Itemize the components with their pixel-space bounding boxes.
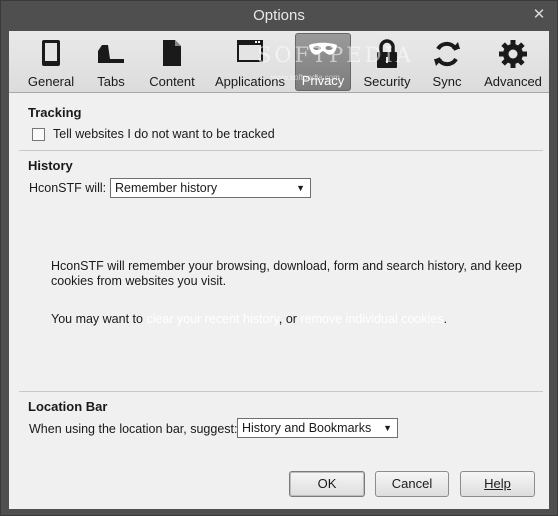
- tab-general-label: General: [27, 74, 75, 89]
- window-title: Options: [253, 7, 305, 24]
- location-bar-suggest-select[interactable]: History and Bookmarks ▼: [237, 418, 398, 438]
- phone-icon: [42, 40, 60, 66]
- ok-button[interactable]: OK: [289, 471, 365, 497]
- tab-sync[interactable]: Sync: [421, 33, 473, 91]
- tab-advanced-label: Advanced: [484, 74, 542, 89]
- options-window: Options ✕ General Tabs Content Applicati…: [0, 0, 558, 516]
- close-icon[interactable]: ✕: [527, 6, 551, 24]
- softpedia-watermark-url: www.softpedia.com: [271, 73, 340, 82]
- location-bar-suggest-label: When using the location bar, suggest:: [29, 422, 238, 436]
- tab-tabs-label: Tabs: [97, 74, 125, 89]
- tracking-heading: Tracking: [28, 105, 82, 120]
- help-button-label: Help: [484, 476, 511, 491]
- document-icon: [163, 40, 181, 66]
- history-want-sentence: You may want to clear your recent histor…: [51, 312, 447, 326]
- want-suffix: .: [443, 312, 448, 326]
- tab-sync-label: Sync: [432, 74, 462, 89]
- remove-individual-cookies-link[interactable]: remove individual cookies: [300, 312, 443, 326]
- history-heading: History: [28, 158, 73, 173]
- want-middle: , or: [278, 312, 301, 326]
- tracking-divider: [19, 150, 543, 151]
- want-prefix: You may want to: [51, 312, 147, 326]
- tab-content-label: Content: [149, 74, 195, 89]
- do-not-track-checkbox[interactable]: [32, 128, 45, 141]
- tab-content[interactable]: Content: [141, 33, 203, 91]
- folder-tab-icon: [98, 45, 124, 63]
- preferences-toolbar: General Tabs Content Applications Privac…: [9, 31, 549, 93]
- history-description-line2: cookies from websites you visit.: [51, 274, 227, 288]
- chevron-down-icon: ▼: [296, 183, 305, 193]
- location-bar-heading: Location Bar: [28, 399, 108, 414]
- tab-general[interactable]: General: [19, 33, 83, 91]
- history-mode-select[interactable]: Remember history ▼: [110, 178, 311, 198]
- history-will-label: HconSTF will:: [29, 181, 107, 195]
- location-bar-suggest-value: History and Bookmarks: [242, 421, 372, 435]
- history-description-line1: HconSTF will remember your browsing, dow…: [51, 259, 522, 273]
- gear-icon: [499, 40, 527, 68]
- cancel-button[interactable]: Cancel: [375, 471, 449, 497]
- help-button[interactable]: Help: [460, 471, 535, 497]
- privacy-pane: Tracking Tell websites I do not want to …: [9, 93, 549, 509]
- tab-advanced[interactable]: Advanced: [481, 33, 545, 91]
- softpedia-watermark: SOFTPEDIA: [257, 43, 414, 67]
- tab-tabs[interactable]: Tabs: [85, 33, 137, 91]
- chevron-down-icon: ▼: [383, 423, 392, 433]
- tab-security-label: Security: [363, 74, 411, 89]
- do-not-track-label: Tell websites I do not want to be tracke…: [53, 127, 275, 141]
- sync-icon: [434, 41, 460, 67]
- clear-recent-history-link[interactable]: clear your recent history: [146, 312, 278, 326]
- history-mode-value: Remember history: [115, 181, 218, 195]
- history-divider: [19, 391, 543, 392]
